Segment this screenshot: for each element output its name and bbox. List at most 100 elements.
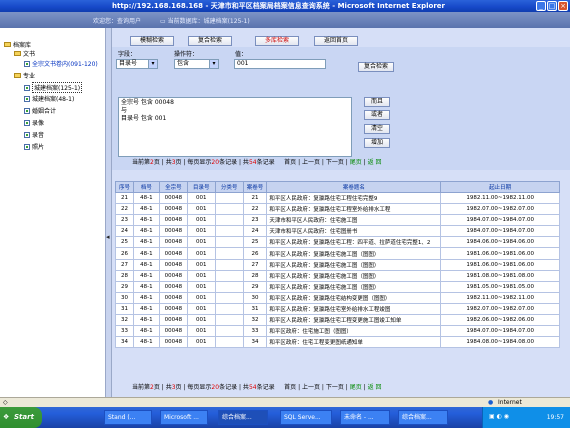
taskbar-item[interactable]: 未命名 - ... [340,410,390,425]
first-page-link[interactable]: 首页 [284,159,296,166]
table-row[interactable]: 25 48-1 00048 001 25 和平区人民政府：复瀛路住宅工程：四平道、拉萨道住… [115,236,560,249]
taskbar-item[interactable]: Microsoft ... [160,410,208,425]
start-button[interactable]: ❖ Start [0,407,42,428]
multi-db-search-button[interactable]: 多库检索 [255,36,299,46]
table-cell: 22 [242,203,268,216]
table-cell: 和平区人民政府：复瀛路住宅工程室外给排水工程 [266,203,442,216]
table-cell: 天津市和平区人民政府：住宅施工图 [266,214,442,227]
table-cell: 24 [115,225,134,238]
operator-select[interactable]: 包含 [174,59,219,69]
table-row[interactable]: 22 48-1 00048 001 22 和平区人民政府：复瀛路住宅工程室外给排水工程 19… [115,203,560,216]
db-icon: ▭ [160,18,166,25]
system-tray: ▣ ◐ ◉ 19:57 [482,407,570,428]
tree-item-chengjian-48[interactable]: 城建档案(48-1) [24,94,74,103]
table-cell [214,247,244,260]
folder-icon [4,42,11,47]
next-page-link[interactable]: 下一页 [326,384,344,391]
add-button[interactable]: 增加 [364,138,390,148]
table-row[interactable]: 24 48-1 00048 001 24 天津市和平区人民政府：住宅图册书 1984.07.… [115,225,560,238]
table-cell: 1981.05.00~1981.05.00 [440,280,560,293]
condition-line: 与 [121,107,128,114]
home-button[interactable]: 返回首页 [314,36,358,46]
clear-button[interactable]: 清空 [364,124,390,134]
table-cell: 1982.11.00~1982.11.00 [440,291,560,304]
table-cell: 00048 [158,225,188,238]
tree-group-wenshu[interactable]: 文书 [14,49,35,58]
table-cell: 26 [115,247,134,260]
table-row[interactable]: 21 48-1 00048 001 21 和平区人民政府：复瀛路住宅工程住宅完整9 1982… [115,191,560,205]
tree-item-hunyin[interactable]: 婚姻合计 [24,106,56,115]
taskbar-item[interactable]: SQL Serve... [280,410,332,425]
first-page-link[interactable]: 首页 [284,384,296,391]
table-row[interactable]: 26 48-1 00048 001 26 和平区人民政府：复瀛路住宅施工图（图图） 1981… [115,247,560,260]
taskbar-item[interactable]: Stand (... [104,410,152,425]
value-input[interactable]: 001 [234,59,326,69]
table-cell: 31 [115,302,134,316]
last-page-link[interactable]: 尾页 [350,159,362,166]
collapse-arrow-icon[interactable]: ◂ [106,233,110,241]
table-cell: 和平区人民政府：复瀛路住宅施工图（图图） [266,247,442,260]
back-link[interactable]: 返 回 [368,384,382,391]
tree-item-wenshu-juannei[interactable]: 全宗文书卷内(091-120) [24,59,98,68]
table-cell: 28 [242,269,268,282]
prev-page-link[interactable]: 上一页 [302,384,320,391]
table-cell: 00048 [158,269,188,282]
fuzzy-search-button[interactable]: 模糊检索 [130,36,174,46]
or-button[interactable]: 或者 [364,110,390,120]
table-cell: 1984.08.00~1984.08.00 [440,336,560,349]
results-table: 序号 档号 全宗号 目录号 分类号 案卷号 案卷题名 起止日期 21 48-1 00… [115,181,560,349]
tree-item-label: 照片 [32,144,45,151]
table-row[interactable]: 31 48-1 00048 001 31 和平区人民政府：复瀛路住宅室外给排水工程竣图 19… [115,302,560,316]
table-cell: 00048 [158,291,188,304]
table-row[interactable]: 30 48-1 00048 001 30 和平区人民政府：复瀛路住宅结构变更图（图图） 19… [115,291,560,304]
table-cell: 00048 [158,314,188,327]
table-cell: 48-1 [132,302,160,316]
maximize-button[interactable]: □ [547,1,557,11]
operator-label: 操作符： [174,51,199,58]
condition-textarea[interactable]: 全宗号 包含 00048 与 目录号 包含 001 [118,97,352,157]
tree-item-chengjian-125[interactable]: 城建档案(125-1) [24,82,83,93]
table-cell [214,225,244,238]
table-cell: 21 [115,191,134,205]
table-cell: 1984.07.00~1984.07.00 [440,214,560,227]
next-page-link[interactable]: 下一页 [326,159,344,166]
table-cell: 00048 [158,325,188,338]
tray-icons[interactable]: ▣ ◐ ◉ [489,413,509,420]
tree-group-zhuanye[interactable]: 专业 [14,71,35,80]
table-cell: 48-1 [132,325,160,338]
table-row[interactable]: 28 48-1 00048 001 28 和平区人民政府：复瀛路住宅施工图（图图） 1981… [115,269,560,282]
column-header: 分类号 [214,181,244,193]
taskbar-item[interactable]: 综合档案... [218,410,268,425]
table-cell [214,325,244,338]
tree-item-luyin[interactable]: 录音 [24,130,44,139]
table-row[interactable]: 27 48-1 00048 001 27 和平区人民政府：复瀛路住宅施工图（图图） 1981… [115,258,560,271]
prev-page-link[interactable]: 上一页 [302,159,320,166]
close-button[interactable]: × [558,1,568,11]
field-select[interactable]: 目录号 [116,59,158,69]
table-row[interactable]: 34 48-1 00048 001 34 和平区政府：住宅工程变更图纸通知单 1984.08… [115,336,560,349]
start-label: Start [14,413,34,421]
tree-item-zhaopian[interactable]: 照片 [24,142,44,151]
and-button[interactable]: 而且 [364,97,390,107]
table-cell: 48-1 [132,247,160,260]
back-link[interactable]: 返 回 [368,159,382,166]
last-page-link[interactable]: 尾页 [350,384,362,391]
compound-query-button[interactable]: 复合检索 [358,62,394,72]
table-cell: 23 [242,214,268,227]
table-row[interactable]: 29 48-1 00048 001 29 和平区人民政府：复瀛路住宅施工图（图图） 1981… [115,280,560,293]
table-row[interactable]: 33 48-1 00048 001 33 和平区政府：住宅施工图（图图） 1984.07.0… [115,325,560,338]
taskbar-item[interactable]: 综合档案... [398,410,448,425]
archive-tree: 档案库 文书 全宗文书卷内(091-120) 专业 城建档案(125-1) 城建… [0,28,106,405]
minimize-button[interactable]: _ [536,1,546,11]
table-cell: 和平区人民政府：复瀛路住宅工程住宅完整9 [266,191,442,205]
column-header: 案卷题名 [266,181,442,193]
table-cell: 00048 [158,336,188,349]
tree-item-luxiang[interactable]: 录像 [24,118,44,127]
table-cell: 27 [115,258,134,271]
table-row[interactable]: 23 48-1 00048 001 23 天津市和平区人民政府：住宅施工图 1984.07.… [115,214,560,227]
table-row[interactable]: 32 48-1 00048 001 32 和平区人民政府：复瀛路住宅工程变更施工图竣工知单… [115,314,560,327]
tree-root[interactable]: 档案库 [4,40,31,49]
clock: 19:57 [546,414,564,421]
table-cell: 34 [115,336,134,349]
compound-search-button[interactable]: 复合检索 [188,36,232,46]
